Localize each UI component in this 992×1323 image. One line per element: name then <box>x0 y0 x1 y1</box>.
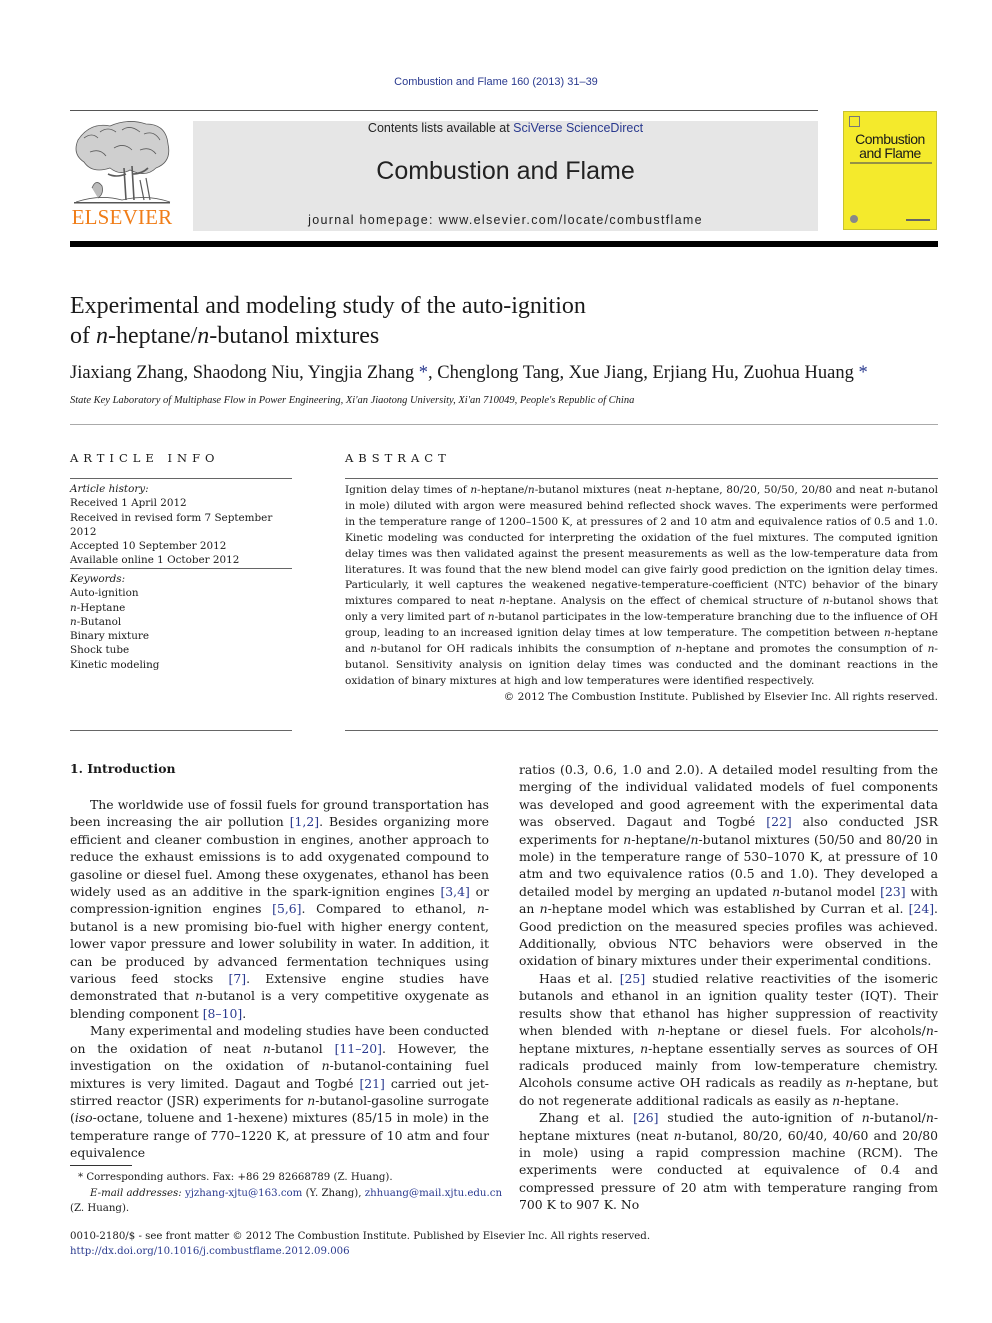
journal-masthead: Contents lists available at SciVerse Sci… <box>193 121 818 231</box>
abstract-heading: ABSTRACT <box>345 451 451 465</box>
article-title: Experimental and modeling study of the a… <box>70 291 890 351</box>
keyword-item: Auto-ignition <box>70 587 139 600</box>
history-label: Article history: <box>70 483 149 495</box>
author-name: Chenglong Tang <box>437 363 560 383</box>
author-name: Yingjia Zhang <box>307 363 415 383</box>
email-link-zhuang[interactable]: zhhuang@mail.xjtu.edu.cn <box>365 1188 502 1199</box>
author-name: Erjiang Hu <box>652 363 735 383</box>
author-separator: , <box>183 363 193 383</box>
author-name: Zuohua Huang <box>743 363 854 383</box>
history-item: Received in revised form 7 September 201… <box>70 511 273 538</box>
article-info-divider <box>70 478 292 479</box>
article-history: Article history: Received 1 April 2012 R… <box>70 482 300 568</box>
elsevier-badge-icon <box>849 116 860 127</box>
homepage-url-link[interactable]: www.elsevier.com/locate/combustflame <box>439 213 703 227</box>
cover-subtitle-bar <box>850 162 932 164</box>
article-info-heading: ARTICLE INFO <box>70 451 220 465</box>
issn-line: 0010-2180/$ - see front matter © 2012 Th… <box>70 1231 651 1242</box>
email-owner: (Y. Zhang), <box>302 1187 365 1199</box>
body-paragraph: The worldwide use of fossil fuels for gr… <box>70 797 490 1021</box>
section-heading-introduction: 1. Introduction <box>70 761 176 776</box>
title-line-1: Experimental and modeling study of the a… <box>70 293 586 319</box>
journal-citation-link[interactable]: Combustion and Flame 160 (2013) 31–39 <box>0 76 992 88</box>
abstract-copyright: © 2012 The Combustion Institute. Publish… <box>503 690 938 703</box>
doi-link[interactable]: http://dx.doi.org/10.1016/j.combustflame… <box>70 1245 770 1260</box>
top-divider <box>70 110 818 111</box>
body-paragraph: Haas et al. [25] studied relative reacti… <box>519 970 939 1108</box>
keyword-item: n-Heptane <box>70 601 126 614</box>
corresponding-author-marker[interactable]: * <box>414 363 428 383</box>
keyword-item: Shock tube <box>70 644 130 657</box>
keyword-item: n-Butanol <box>70 615 122 628</box>
history-item: Available online 1 October 2012 <box>70 554 240 567</box>
cover-title-line2: and Flame <box>859 145 921 161</box>
article-info-bottom-divider <box>70 730 292 731</box>
cover-footer-bar <box>906 219 930 221</box>
abstract-body: Ignition delay times of n-heptane/n-buta… <box>345 483 938 706</box>
institute-seal-icon <box>850 215 858 223</box>
title-line-2: of n-heptane/n-butanol mixtures <box>70 323 380 349</box>
footnote: * Corresponding authors. Fax: +86 29 826… <box>70 1170 510 1217</box>
author-separator: , <box>299 363 308 383</box>
body-column-left: The worldwide use of fossil fuels for gr… <box>70 796 489 1162</box>
corresponding-text: Corresponding authors. Fax: +86 29 82668… <box>86 1172 393 1183</box>
publication-meta: 0010-2180/$ - see front matter © 2012 Th… <box>70 1230 770 1260</box>
contents-prefix: Contents lists available at <box>367 121 514 135</box>
body-paragraph: ratios (0.3, 0.6, 1.0 and 2.0). A detail… <box>519 762 939 969</box>
author-name: Xue Jiang <box>568 363 644 383</box>
keywords: Keywords: Auto-ignition n-Heptane n-Buta… <box>70 572 300 672</box>
email-link-yzhang[interactable]: yjzhang-xjtu@163.com <box>185 1188 302 1199</box>
keywords-divider <box>70 568 292 569</box>
email-note: E-mail addresses: yjzhang-xjtu@163.com (… <box>70 1186 510 1202</box>
email-owner: (Z. Huang). <box>70 1203 130 1214</box>
body-paragraph: Zhang et al. [26] studied the auto-ignit… <box>519 1110 938 1213</box>
author-list: Jiaxiang Zhang, Shaodong Niu, Yingjia Zh… <box>70 363 950 384</box>
footnote-divider <box>70 1165 132 1166</box>
email-label: E-mail addresses: <box>90 1187 182 1199</box>
journal-name: Combustion and Flame <box>376 157 635 185</box>
abstract-bottom-divider <box>345 730 938 731</box>
corresponding-note: * Corresponding authors. Fax: +86 29 826… <box>70 1170 510 1186</box>
body-column-right: ratios (0.3, 0.6, 1.0 and 2.0). A detail… <box>519 761 938 1214</box>
cover-title-line1: Combustion <box>855 131 925 147</box>
journal-cover-thumbnail[interactable]: Combustion and Flame <box>843 111 937 230</box>
author-name: Jiaxiang Zhang <box>70 363 184 383</box>
keyword-item: Binary mixture <box>70 630 150 643</box>
homepage-prefix: journal homepage: <box>308 213 439 227</box>
history-item: Received 1 April 2012 <box>70 497 187 510</box>
affiliation: State Key Laboratory of Multiphase Flow … <box>70 395 635 406</box>
keyword-item: Kinetic modeling <box>70 658 160 671</box>
keywords-label: Keywords: <box>70 573 126 585</box>
history-item: Accepted 10 September 2012 <box>70 540 227 553</box>
author-separator: , <box>734 363 744 383</box>
header-thick-divider <box>70 241 938 247</box>
abstract-divider <box>345 478 938 479</box>
corresponding-author-marker[interactable]: * <box>854 363 867 383</box>
sciencedirect-link[interactable]: SciVerse ScienceDirect <box>513 121 643 135</box>
elsevier-logo[interactable]: ELSEVIER <box>70 118 174 230</box>
journal-homepage: journal homepage: www.elsevier.com/locat… <box>193 213 818 227</box>
body-paragraph: Many experimental and modeling studies h… <box>70 1023 490 1161</box>
author-name: Shaodong Niu <box>192 363 300 383</box>
tree-icon <box>74 121 171 204</box>
elsevier-wordmark: ELSEVIER <box>71 205 173 229</box>
author-separator: , <box>559 363 569 383</box>
cover-title: Combustion and Flame <box>844 132 936 160</box>
contents-availability: Contents lists available at SciVerse Sci… <box>193 121 818 135</box>
author-separator: , <box>427 363 438 383</box>
title-divider <box>70 424 938 425</box>
footnote-mark: * <box>78 1172 84 1183</box>
abstract-text: Ignition delay times of n-heptane/n-buta… <box>345 484 938 687</box>
